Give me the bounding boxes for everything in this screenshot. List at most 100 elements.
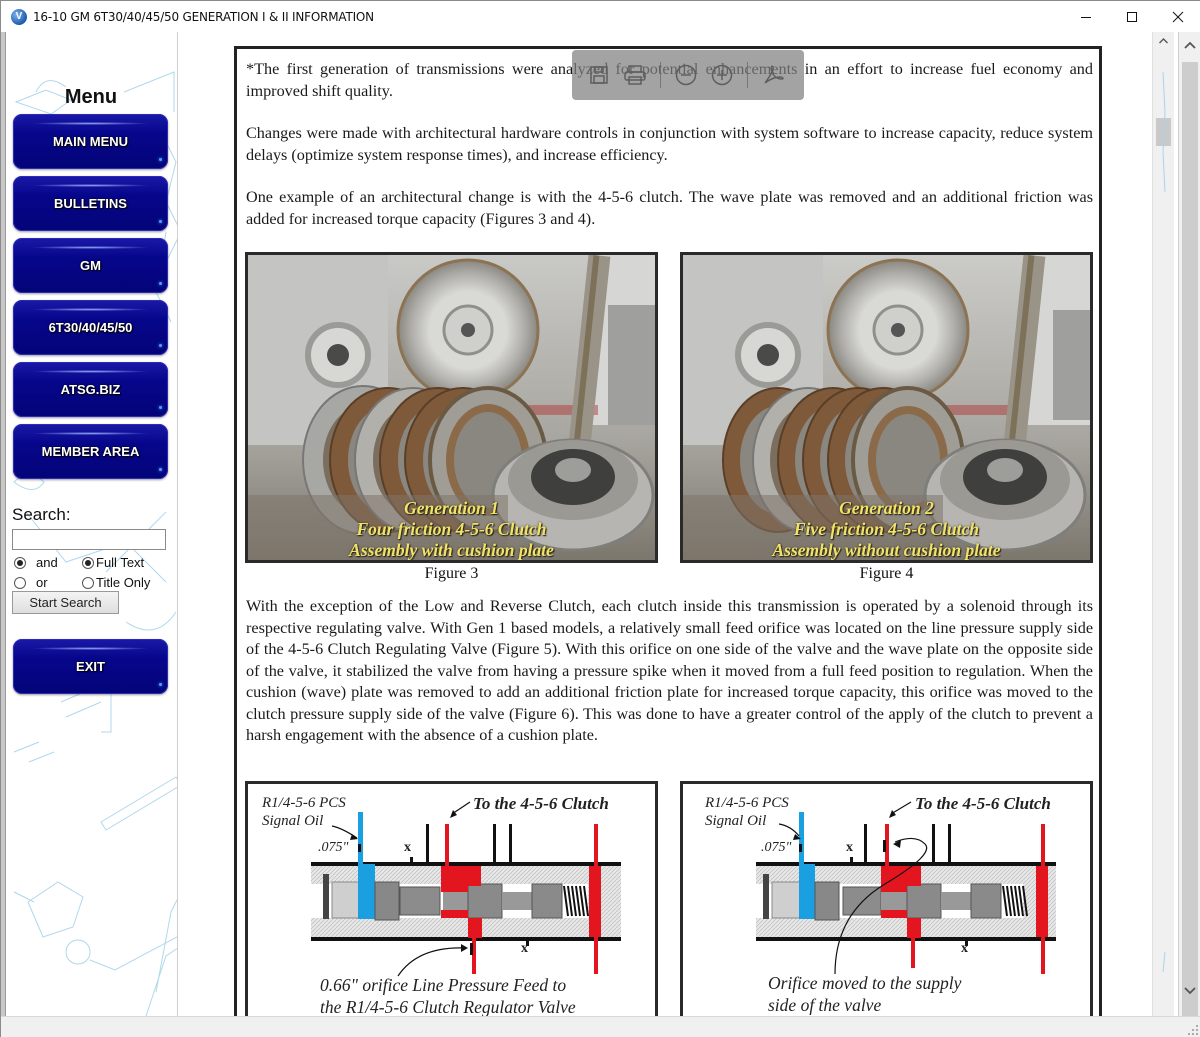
document-vertical-scrollbar[interactable] — [1152, 32, 1174, 1016]
scroll-down-arrow[interactable] — [1179, 982, 1200, 1000]
window-vertical-scrollbar[interactable] — [1178, 32, 1200, 1030]
diagram-note-line-1: 0.66" orifice Line Pressure Feed to — [320, 975, 567, 995]
diagram-note: Orifice moved to the supply side of the … — [768, 972, 961, 1016]
figure-3-caption-line-1: Generation 1 — [404, 498, 499, 518]
maximize-icon — [1127, 11, 1137, 22]
search-label: Search: — [12, 505, 71, 524]
nav-button-label: GM — [80, 258, 101, 273]
acrobat-icon — [764, 65, 784, 84]
exit-button[interactable]: EXIT — [13, 639, 168, 694]
figure-6-valve-diagram: R1/4-5-6 PCS Signal Oil To the 4-5-6 Clu… — [680, 781, 1093, 1016]
nav-button-atsg-biz[interactable]: ATSG.BIZ — [13, 362, 168, 417]
zoom-out-icon — [675, 64, 697, 86]
minimize-button[interactable] — [1063, 1, 1109, 32]
orifice-size-label: .075" — [761, 840, 792, 855]
figure-5-valve-diagram: R1/4-5-6 PCS Signal Oil To the 4-5-6 Clu… — [245, 781, 658, 1016]
figure-4-caption-line-2: Five friction 4-5-6 Clutch — [793, 519, 980, 539]
radio-full-text-label: Full Text — [96, 555, 145, 570]
radio-and-label: and — [36, 555, 58, 570]
zoom-in-icon — [711, 64, 733, 86]
zoom-in-button[interactable] — [707, 60, 737, 90]
diagram-note-line-2: the R1/4-5-6 Clutch Regulator Valve — [320, 997, 576, 1016]
nav-button-member-area[interactable]: MEMBER AREA — [13, 424, 168, 479]
radio-full-text[interactable] — [82, 556, 94, 569]
nav-button-label: MAIN MENU — [52, 134, 129, 149]
app-logo-icon: V — [11, 8, 27, 25]
signal-oil-label-line-2: Signal Oil — [262, 813, 324, 829]
close-button[interactable] — [1155, 1, 1200, 32]
figure-3-caption-line-2: Four friction 4-5-6 Clutch — [356, 519, 547, 539]
resize-grip-icon[interactable] — [1188, 1025, 1198, 1035]
diagram-note-line-1: Orifice moved to the supply — [768, 973, 962, 993]
title-bar: V 16-10 GM 6T30/40/45/50 GENERATION I & … — [1, 1, 1200, 32]
maximize-button[interactable] — [1109, 1, 1155, 32]
save-button[interactable] — [584, 60, 614, 90]
exhaust-mark-top: x — [404, 840, 411, 855]
figure-4-label: Figure 4 — [859, 565, 914, 582]
signal-oil-label-line-1: R1/4-5-6 PCS — [262, 795, 346, 811]
pdf-toolbar — [572, 50, 804, 100]
app-window: V 16-10 GM 6T30/40/45/50 GENERATION I & … — [0, 0, 1200, 1037]
radio-and[interactable] — [14, 556, 26, 569]
radio-title-only[interactable] — [82, 576, 94, 589]
exit-button-label: EXIT — [76, 659, 105, 674]
toolbar-divider — [660, 62, 661, 88]
paragraph-changes: Changes were made with architectural har… — [246, 124, 1093, 164]
signal-oil-label: R1/4-5-6 PCS Signal Oil — [262, 794, 346, 830]
search-options-row-2: or Title Only — [14, 575, 150, 590]
print-button[interactable] — [620, 60, 650, 90]
clutch-label: To the 4-5-6 Clutch — [915, 794, 1051, 813]
figure-4-caption-line-3: Assembly without cushion plate — [772, 540, 1001, 560]
nav-button-label: ATSG.BIZ — [60, 382, 121, 397]
paragraph-orifice-explanation: With the exception of the Low and Revers… — [246, 597, 1093, 744]
exhaust-mark-top: x — [846, 840, 853, 855]
diagram-note-line-2: side of the valve — [768, 995, 882, 1015]
scroll-up-arrow[interactable] — [1179, 36, 1200, 54]
diagram-note: 0.66" orifice Line Pressure Feed to the … — [320, 974, 576, 1016]
document-viewer: *The first generation of transmissions w… — [179, 32, 1152, 1016]
nav-button-label: 6T30/40/45/50 — [48, 320, 133, 335]
minimize-icon — [1081, 16, 1091, 18]
nav-button-label: BULLETINS — [54, 196, 127, 211]
scroll-thumb[interactable] — [1182, 62, 1198, 1030]
orifice-size-label: .075" — [318, 840, 349, 855]
signal-oil-label-line-1: R1/4-5-6 PCS — [705, 795, 789, 811]
search-input[interactable] — [12, 529, 166, 550]
nav-button-6t30[interactable]: 6T30/40/45/50 — [13, 300, 168, 355]
close-icon — [1172, 11, 1184, 22]
start-search-button[interactable]: Start Search — [12, 591, 119, 614]
window-title: 16-10 GM 6T30/40/45/50 GENERATION I & II… — [33, 9, 374, 24]
figure-4-photo: Generation 2 Five friction 4-5-6 Clutch … — [680, 252, 1093, 563]
open-in-acrobat-button[interactable] — [758, 60, 788, 90]
figure-4-caption-line-1: Generation 2 — [839, 498, 934, 518]
menu-title: Menu — [64, 86, 118, 108]
zoom-out-button[interactable] — [671, 60, 701, 90]
exhaust-mark-bottom: x — [521, 941, 528, 956]
document-page: *The first generation of transmissions w… — [234, 46, 1102, 1016]
chevron-up-icon — [1183, 41, 1196, 49]
signal-oil-label: R1/4-5-6 PCS Signal Oil — [705, 794, 789, 830]
nav-button-gm[interactable]: GM — [13, 238, 168, 293]
nav-button-main-menu[interactable]: MAIN MENU — [13, 114, 168, 169]
print-icon — [624, 65, 646, 85]
exhaust-mark-bottom: x — [961, 941, 968, 956]
save-icon — [590, 66, 608, 84]
chevron-down-icon — [1183, 987, 1196, 995]
window-controls — [1063, 1, 1200, 32]
search-options-row-1: and Full Text — [14, 555, 144, 570]
sidebar: Menu MAIN MENU BULLETINS GM 6T30/40/45/5… — [6, 32, 178, 1016]
figure-3-label: Figure 3 — [424, 565, 479, 582]
radio-title-only-label: Title Only — [96, 575, 151, 590]
nav-button-label: MEMBER AREA — [41, 444, 140, 459]
signal-oil-label-line-2: Signal Oil — [705, 813, 767, 829]
figure-3-photo: Generation 1 Four friction 4-5-6 Clutch … — [245, 252, 658, 563]
paragraph-example: One example of an architectural change i… — [246, 188, 1093, 228]
toolbar-divider — [747, 62, 748, 88]
clutch-label: To the 4-5-6 Clutch — [473, 794, 609, 813]
figure-3-caption-line-3: Assembly with cushion plate — [349, 540, 554, 560]
radio-or[interactable] — [14, 576, 26, 589]
nav-button-bulletins[interactable]: BULLETINS — [13, 176, 168, 231]
radio-or-label: or — [36, 575, 48, 590]
status-bar — [1, 1016, 1200, 1037]
sidebar-art-peek — [1162, 71, 1166, 973]
